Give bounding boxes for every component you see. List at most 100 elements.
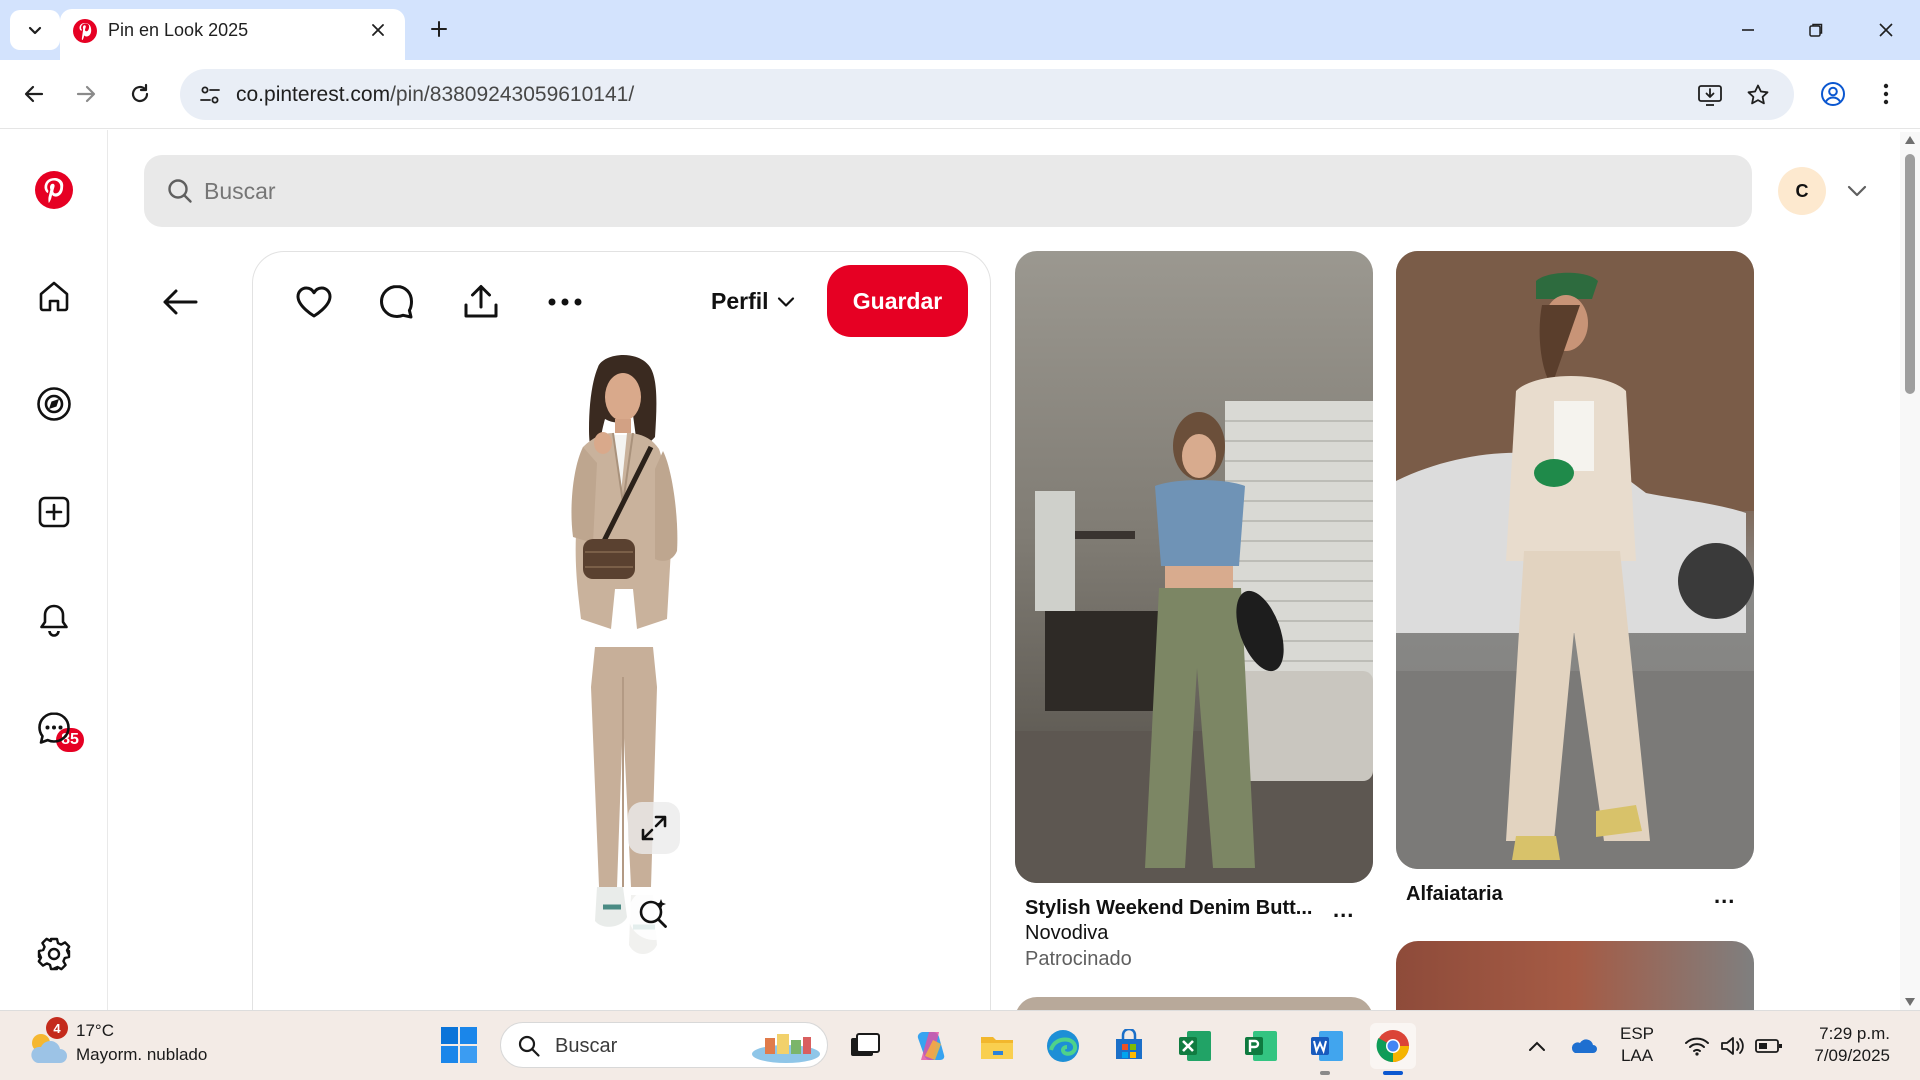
- pin-detail-card: Perfil Guardar: [252, 251, 991, 1031]
- visual-search-lens-icon[interactable]: [628, 888, 680, 940]
- copilot-icon[interactable]: [908, 1023, 954, 1069]
- language-code: ESP: [1620, 1024, 1655, 1043]
- browser-tab-strip: Pin en Look 2025: [0, 0, 1920, 60]
- related-pin-card[interactable]: Alfaiataria ...: [1396, 251, 1754, 911]
- create-plus-icon[interactable]: [30, 488, 78, 536]
- related-pin-image[interactable]: [1015, 251, 1373, 883]
- home-icon[interactable]: [30, 272, 78, 320]
- reload-icon[interactable]: [120, 74, 160, 114]
- url-path: /pin/838092430596101​41/: [390, 83, 635, 106]
- sponsored-label: Patrocinado: [1025, 948, 1132, 970]
- project-icon[interactable]: [1238, 1023, 1284, 1069]
- close-window-icon[interactable]: [1858, 8, 1914, 52]
- pinterest-search-bar[interactable]: [144, 155, 1752, 227]
- keyboard-layout: LAA: [1620, 1046, 1654, 1065]
- related-pin-subtitle[interactable]: Novodiva: [1025, 922, 1108, 945]
- explore-compass-icon[interactable]: [30, 380, 78, 428]
- related-pin-image[interactable]: [1396, 251, 1754, 869]
- pinterest-logo-icon[interactable]: [30, 166, 78, 214]
- related-pin-more-icon[interactable]: ...: [1714, 883, 1735, 909]
- excel-icon[interactable]: [1172, 1023, 1218, 1069]
- chevron-down-icon[interactable]: [1842, 176, 1872, 206]
- expand-fullscreen-icon[interactable]: [628, 802, 680, 854]
- related-pin-card[interactable]: [1015, 997, 1373, 1010]
- close-tab-icon[interactable]: [363, 15, 393, 45]
- weather-widget[interactable]: 4 17°C Mayorm. nublado: [26, 1017, 256, 1071]
- chevron-down-icon: [777, 296, 794, 307]
- scroll-up-arrow-icon[interactable]: [1905, 136, 1915, 144]
- comment-bubble-icon[interactable]: [371, 276, 423, 328]
- search-input[interactable]: [204, 173, 1704, 209]
- share-upload-icon[interactable]: [455, 276, 507, 328]
- file-explorer-icon[interactable]: [974, 1023, 1020, 1069]
- back-arrow-icon[interactable]: [156, 278, 204, 326]
- install-app-icon[interactable]: [1692, 77, 1728, 113]
- edge-browser-icon[interactable]: [1040, 1023, 1086, 1069]
- taskbar-search-placeholder: Buscar: [555, 1035, 618, 1057]
- pin-image[interactable]: [523, 347, 723, 987]
- weather-temperature: 17°C: [76, 1021, 114, 1040]
- volume-speaker-icon[interactable]: [1718, 1031, 1748, 1061]
- related-pin-image[interactable]: [1396, 941, 1754, 1010]
- save-button[interactable]: Guardar: [827, 265, 968, 337]
- site-info-tune-icon[interactable]: [192, 77, 228, 113]
- notifications-bell-icon[interactable]: [30, 596, 78, 644]
- scroll-down-arrow-icon[interactable]: [1905, 998, 1915, 1006]
- related-pin-card[interactable]: [1396, 941, 1754, 1010]
- word-running-indicator: [1320, 1071, 1330, 1075]
- related-pin-image[interactable]: [1015, 997, 1373, 1010]
- profile-account-icon[interactable]: [1813, 74, 1853, 114]
- react-heart-icon[interactable]: [288, 276, 340, 328]
- bookmark-star-icon[interactable]: [1740, 77, 1776, 113]
- task-view-icon[interactable]: [842, 1023, 888, 1069]
- settings-gear-icon[interactable]: [30, 930, 78, 978]
- browser-menu-kebab-icon[interactable]: [1866, 74, 1906, 114]
- more-options-ellipsis-icon[interactable]: [539, 276, 591, 328]
- restore-icon[interactable]: [1788, 8, 1844, 52]
- microsoft-store-icon[interactable]: [1106, 1023, 1152, 1069]
- windows-taskbar: 4 17°C Mayorm. nublado Buscar ESP LAA 7:…: [0, 1010, 1920, 1080]
- chevron-down-icon: [28, 26, 42, 35]
- chrome-active-indicator: [1383, 1071, 1403, 1075]
- address-bar[interactable]: co.pinterest.com/pin/838092430596101​41/: [180, 69, 1794, 120]
- battery-icon[interactable]: [1754, 1031, 1784, 1061]
- input-language-indicator[interactable]: ESP LAA: [1620, 1023, 1654, 1067]
- board-selector-dropdown[interactable]: Perfil: [711, 288, 795, 315]
- url-host: co.pinterest.com: [236, 83, 391, 106]
- pinterest-sidebar: 85: [0, 130, 108, 1010]
- url-text: co.pinterest.com/pin/838092430596101​41/: [236, 83, 634, 107]
- onedrive-cloud-icon[interactable]: [1568, 1031, 1598, 1061]
- related-pin-title[interactable]: Alfaiataria: [1406, 883, 1503, 906]
- browser-tab-active[interactable]: Pin en Look 2025: [60, 9, 405, 60]
- messages-chat-icon[interactable]: [30, 704, 78, 752]
- windows-start-icon[interactable]: [440, 1026, 480, 1066]
- tab-title: Pin en Look 2025: [108, 20, 249, 40]
- related-pin-card[interactable]: Stylish Weekend Denim Butt... ... Novodi…: [1015, 251, 1373, 991]
- related-pin-title[interactable]: Stylish Weekend Denim Butt...: [1025, 897, 1312, 920]
- back-arrow-icon[interactable]: [14, 74, 54, 114]
- wifi-icon[interactable]: [1682, 1031, 1712, 1061]
- new-tab-plus-icon[interactable]: [422, 12, 456, 46]
- search-highlight-illustration-icon: [752, 1034, 820, 1063]
- chrome-icon[interactable]: [1370, 1023, 1416, 1069]
- browser-toolbar: co.pinterest.com/pin/838092430596101​41/: [0, 60, 1920, 129]
- search-icon: [166, 177, 194, 210]
- forward-arrow-icon[interactable]: [66, 74, 106, 114]
- weather-condition: Mayorm. nublado: [76, 1045, 208, 1064]
- scrollbar-thumb[interactable]: [1905, 154, 1915, 394]
- user-avatar[interactable]: C: [1778, 167, 1826, 215]
- related-pin-more-icon[interactable]: ...: [1333, 897, 1354, 923]
- clock-date: 7/09/2025: [1814, 1046, 1890, 1065]
- system-clock[interactable]: 7:29 p.m. 7/09/2025: [1790, 1023, 1890, 1067]
- tab-search-button[interactable]: [10, 10, 60, 50]
- pinterest-favicon-icon: [73, 19, 97, 43]
- weather-alert-badge: 4: [46, 1017, 68, 1039]
- show-hidden-icons-chevron-up-icon[interactable]: [1522, 1031, 1552, 1061]
- board-selector-label: Perfil: [711, 288, 769, 314]
- minimize-icon[interactable]: [1720, 8, 1776, 52]
- page-scrollbar[interactable]: [1900, 132, 1920, 1010]
- taskbar-search-box[interactable]: Buscar: [500, 1022, 828, 1068]
- search-icon: [518, 1035, 540, 1057]
- clock-time: 7:29 p.m.: [1819, 1024, 1890, 1043]
- word-icon[interactable]: [1304, 1023, 1350, 1069]
